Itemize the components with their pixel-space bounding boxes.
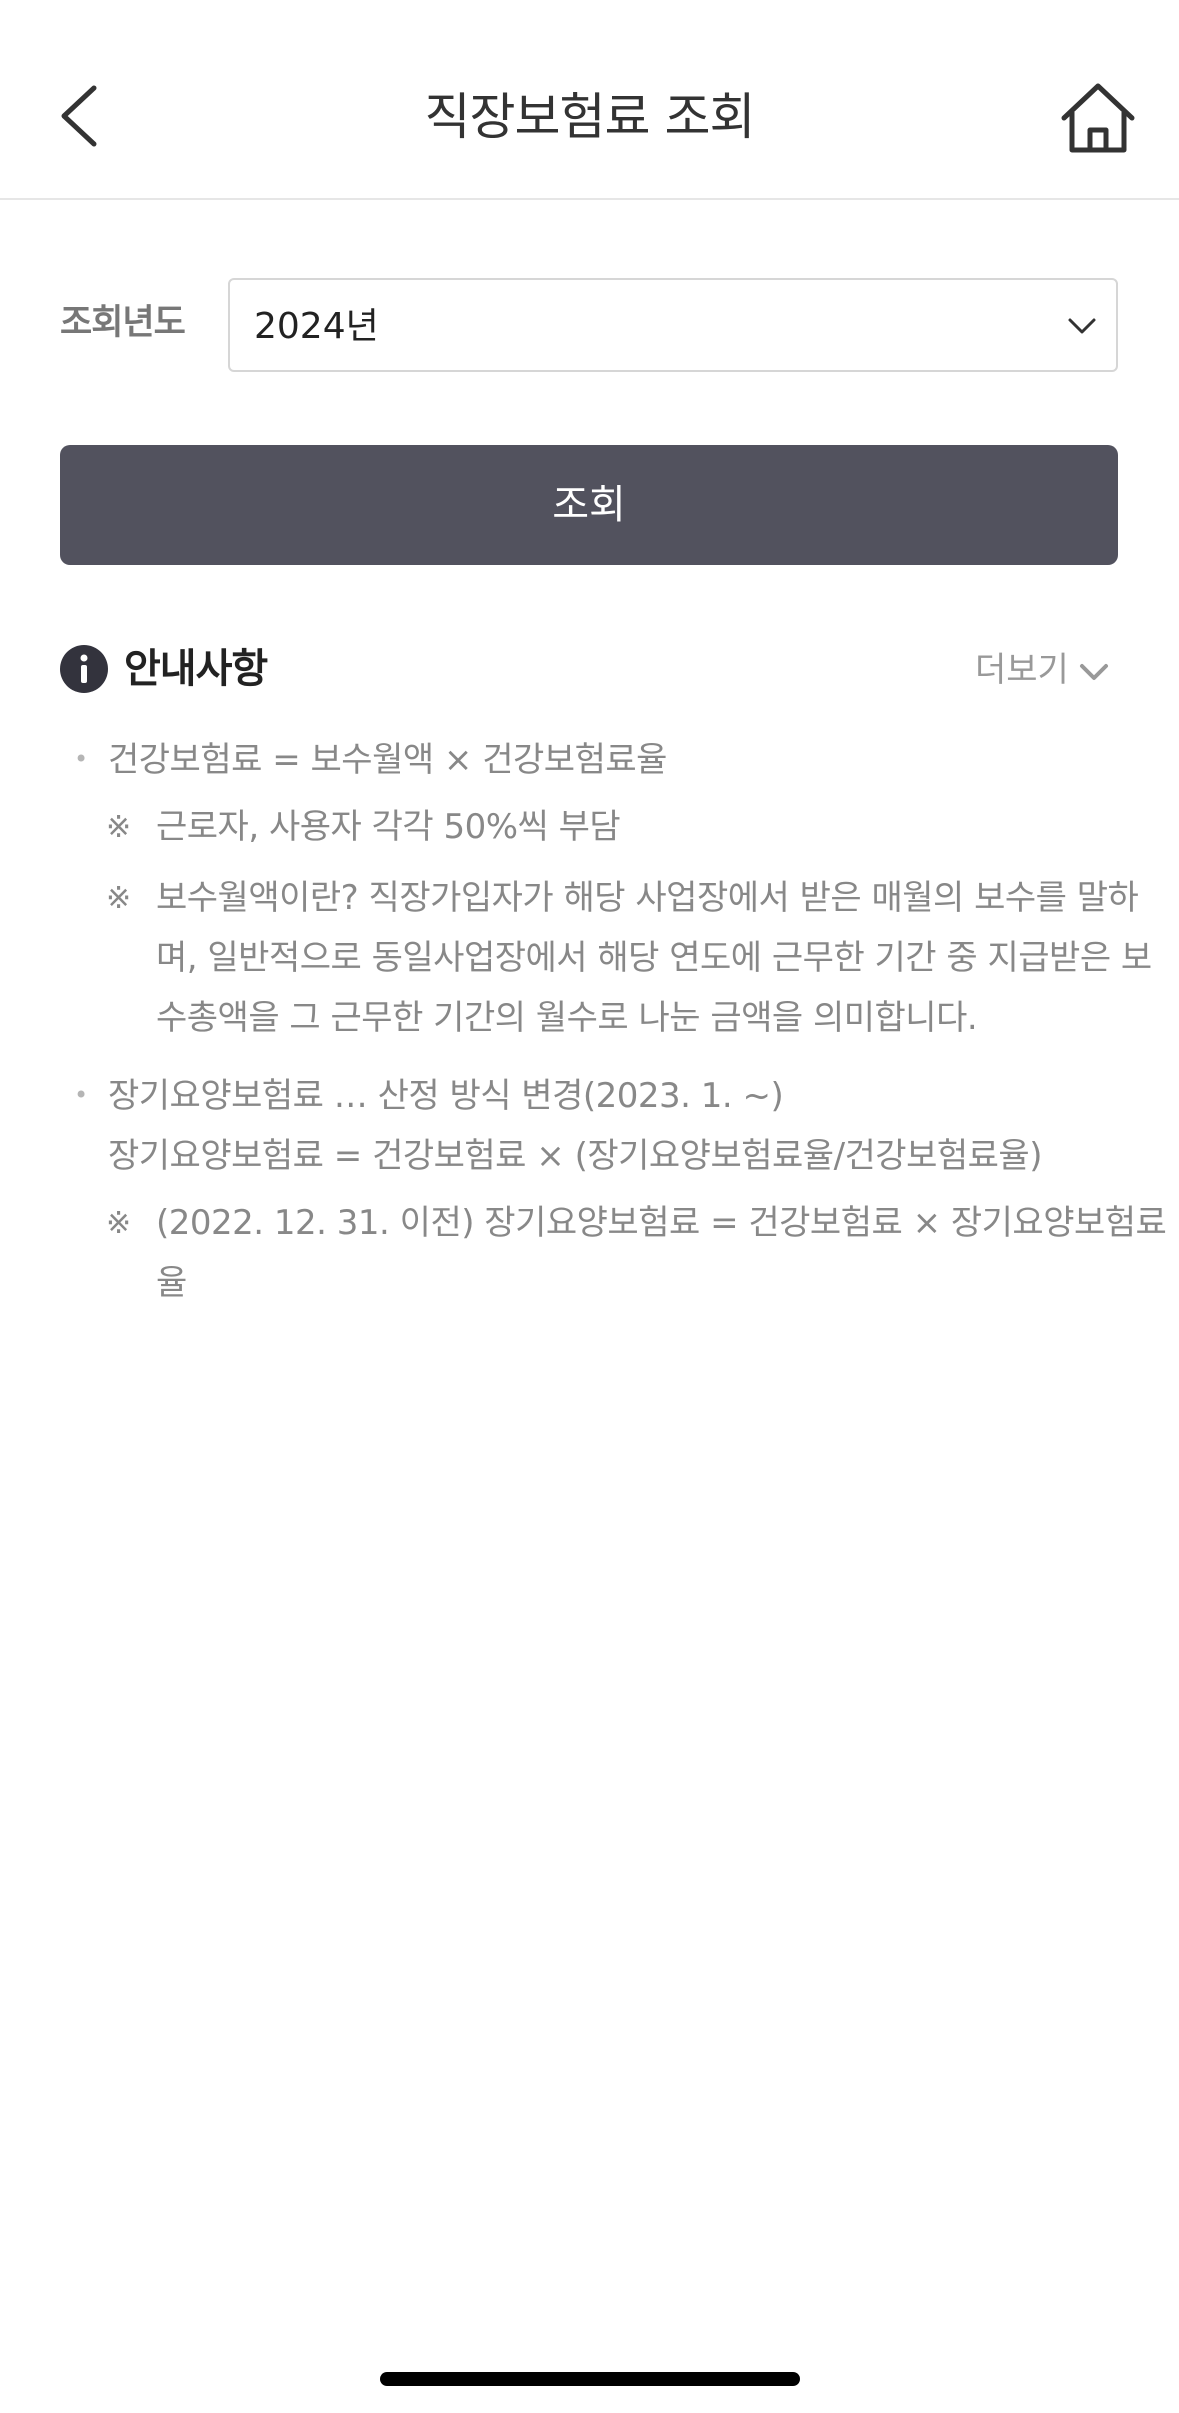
home-button[interactable]: [1058, 80, 1138, 156]
notice-item-1-sub-2-line-2: 며, 일반적으로 동일사업장에서 해당 연도에 근무한 기간 중 지급받은 보: [156, 938, 1152, 978]
notice-item-1: 건강보험료 = 보수월액 × 건강보험료율: [108, 740, 667, 780]
notice-item-2-sub-1-line-1: (2022. 12. 31. 이전) 장기요양보험료 = 건강보험료 × 장기요…: [156, 1203, 1167, 1243]
app-header: 직장보험료 조회: [0, 0, 1179, 200]
home-icon: [1061, 83, 1135, 153]
notice-item-1-sub-2-line-1: 보수월액이란? 직장가입자가 해당 사업장에서 받은 매월의 보수를 말하: [156, 878, 1139, 918]
search-button[interactable]: 조회: [60, 445, 1118, 565]
info-icon: [60, 645, 108, 693]
reference-mark: ※: [106, 810, 132, 845]
chevron-down-icon: [1080, 664, 1108, 680]
home-indicator[interactable]: [380, 2372, 800, 2386]
page-title: 직장보험료 조회: [424, 88, 756, 146]
notice-item-1-sub-2-line-3: 수총액을 그 근무한 기간의 월수로 나눈 금액을 의미합니다.: [156, 998, 978, 1038]
notice-title: 안내사항: [124, 646, 268, 692]
bullet-dot: •: [74, 1081, 89, 1109]
notice-item-2-line-1: 장기요양보험료 … 산정 방식 변경(2023. 1. ~): [108, 1076, 784, 1116]
more-label: 더보기: [975, 650, 1069, 690]
reference-mark: ※: [106, 881, 132, 916]
bullet-dot: •: [74, 745, 89, 773]
notice-item-2-sub-1-line-2: 율: [156, 1263, 187, 1303]
notice-item-1-sub-1: 근로자, 사용자 각각 50%씩 부담: [156, 807, 621, 847]
chevron-down-icon: [1068, 318, 1096, 334]
search-button-label: 조회: [552, 482, 626, 528]
more-button[interactable]: 더보기: [970, 640, 1120, 700]
year-select-value: 2024년: [254, 306, 379, 347]
year-label: 조회년도: [60, 303, 186, 343]
reference-mark: ※: [106, 1206, 132, 1241]
notice-item-2-line-2: 장기요양보험료 = 건강보험료 × (장기요양보험료율/건강보험료율): [108, 1136, 1042, 1176]
year-select[interactable]: 2024년: [228, 278, 1118, 372]
